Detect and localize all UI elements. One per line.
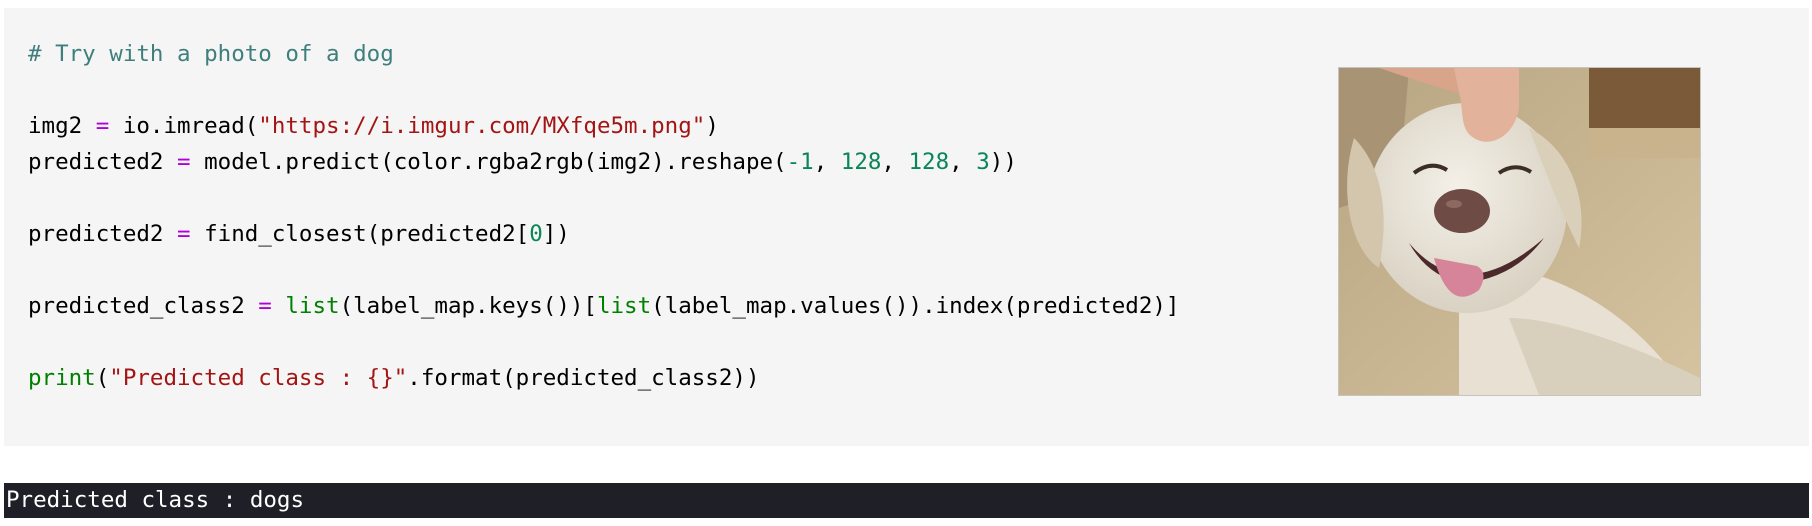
code-token: predicted2 [28, 149, 178, 175]
code-token: ) [705, 113, 719, 139]
code-token: (label_map.keys())[ [339, 293, 597, 319]
code-line: print("Predicted class : {}".format(pred… [28, 360, 1179, 396]
code-token: ( [95, 365, 110, 391]
code-token: (label_map.values()).index(predicted2)] [651, 293, 1180, 319]
code-token: predicted2 [28, 221, 178, 247]
code-token: -1 [786, 149, 814, 175]
code-token: 0 [529, 221, 543, 247]
code-token: 128 [908, 149, 950, 175]
code-token: .format(predicted_class2)) [407, 365, 760, 391]
code-line: predicted_class2 = list(label_map.keys()… [28, 288, 1179, 324]
code-token: find_closest(predicted2[ [190, 221, 530, 247]
code-token: list [285, 293, 340, 319]
code-token: "https://i.imgur.com/MXfqe5m.png" [258, 113, 706, 139]
code-token: , [881, 149, 909, 175]
code-token: , [949, 149, 977, 175]
code-token: "Predicted class : {}" [109, 365, 408, 391]
dog-photo-icon [1339, 68, 1700, 395]
code-line: predicted2 = find_closest(predicted2[0]) [28, 216, 1179, 252]
code-token: )) [989, 149, 1017, 175]
code-token: img2 [28, 113, 96, 139]
code-token: 3 [976, 149, 990, 175]
code-token: print [28, 365, 96, 391]
code-token: = [95, 113, 110, 139]
code-token: predicted_class2 [28, 293, 259, 319]
code-token: = [177, 221, 191, 247]
output-cell: Predicted class : dogs [4, 483, 1809, 518]
dog-photo-image [1338, 67, 1701, 396]
code-token: io.imread( [109, 113, 259, 139]
code-token: # Try with a photo of a dog [28, 41, 394, 67]
code-token: ]) [542, 221, 570, 247]
code-token: model.predict(color.rgba2rgb(img2).resha… [190, 149, 787, 175]
code-line: img2 = io.imread("https://i.imgur.com/MX… [28, 108, 1179, 144]
code-token: = [258, 293, 272, 319]
code-token: 128 [840, 149, 882, 175]
code-token: = [177, 149, 191, 175]
code-line: predicted2 = model.predict(color.rgba2rg… [28, 144, 1179, 180]
code-editor[interactable]: # Try with a photo of a dog img2 = io.imr… [28, 36, 1179, 396]
output-text: Predicted class : dogs [6, 487, 305, 513]
code-token: , [813, 149, 841, 175]
code-line: # Try with a photo of a dog [28, 36, 1179, 72]
code-token: list [596, 293, 652, 319]
